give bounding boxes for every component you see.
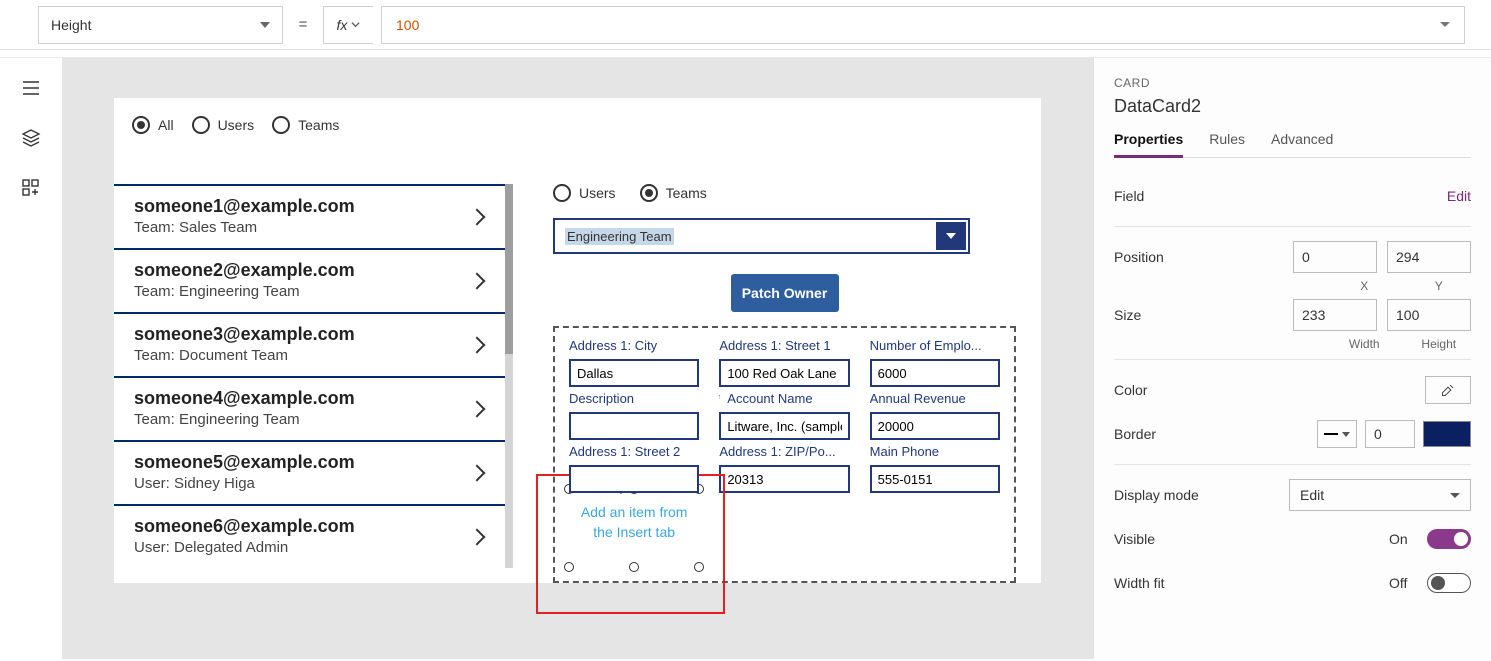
detail-panel: Users Teams Engineering Team Patch Owner… bbox=[513, 144, 1041, 583]
tab-advanced[interactable]: Advanced bbox=[1271, 131, 1333, 157]
gallery: someone1@example.comTeam: Sales Team som… bbox=[114, 144, 513, 583]
properties-panel: CARD DataCard2 Properties Rules Advanced… bbox=[1093, 58, 1491, 659]
filter-radio-group: All Users Teams bbox=[114, 98, 1041, 144]
prop-position: Position 0 294 bbox=[1114, 235, 1471, 279]
input-revenue[interactable] bbox=[870, 412, 1000, 440]
owner-type-radio-group: Users Teams bbox=[553, 184, 1016, 202]
prop-border: Border 0 bbox=[1114, 412, 1471, 456]
color-picker[interactable] bbox=[1425, 376, 1471, 404]
border-width-input[interactable]: 0 bbox=[1365, 420, 1415, 448]
prop-visible: Visible On bbox=[1114, 517, 1471, 561]
size-height-input[interactable]: 100 bbox=[1387, 299, 1471, 331]
input-account-name[interactable] bbox=[719, 412, 849, 440]
fx-button[interactable]: fx bbox=[323, 6, 373, 44]
control-name: DataCard2 bbox=[1114, 96, 1471, 117]
equals-sign: = bbox=[291, 16, 315, 33]
card-account-name[interactable]: Account Name bbox=[719, 391, 849, 440]
gallery-item[interactable]: someone6@example.comUser: Delegated Admi… bbox=[114, 506, 505, 568]
tab-rules[interactable]: Rules bbox=[1209, 131, 1245, 157]
grid-icon[interactable] bbox=[21, 178, 41, 198]
property-name: Height bbox=[51, 17, 91, 33]
card-phone[interactable]: Main Phone bbox=[870, 444, 1000, 493]
hamburger-icon[interactable] bbox=[21, 78, 41, 98]
position-x-input[interactable]: 0 bbox=[1293, 241, 1377, 273]
border-color-swatch[interactable] bbox=[1423, 421, 1471, 447]
prop-display-mode: Display mode Edit bbox=[1114, 473, 1471, 517]
prop-color: Color bbox=[1114, 368, 1471, 412]
card-street2[interactable]: Address 1: Street 2 bbox=[569, 444, 699, 493]
radio-teams[interactable]: Teams bbox=[272, 116, 339, 134]
chevron-down-icon bbox=[936, 222, 966, 250]
radio-all[interactable]: All bbox=[132, 116, 174, 134]
gallery-item[interactable]: someone4@example.comTeam: Engineering Te… bbox=[114, 378, 505, 442]
highlight-box bbox=[536, 474, 725, 614]
gallery-item[interactable]: someone1@example.comTeam: Sales Team bbox=[114, 184, 505, 250]
input-street1[interactable] bbox=[719, 359, 849, 387]
input-description[interactable] bbox=[569, 412, 699, 440]
control-type-caption: CARD bbox=[1114, 76, 1471, 90]
canvas-area: All Users Teams someone1@example.comTeam… bbox=[62, 58, 1093, 659]
radio-owner-users[interactable]: Users bbox=[553, 184, 616, 202]
gallery-scrollbar[interactable] bbox=[505, 184, 513, 568]
props-tabs: Properties Rules Advanced bbox=[1114, 131, 1471, 158]
card-street1[interactable]: Address 1: Street 1 bbox=[719, 338, 849, 387]
formula-value: 100 bbox=[396, 17, 419, 33]
visible-toggle[interactable] bbox=[1427, 529, 1471, 549]
gallery-item[interactable]: someone3@example.comTeam: Document Team bbox=[114, 314, 505, 378]
border-style-dropdown[interactable] bbox=[1317, 420, 1357, 448]
tab-properties[interactable]: Properties bbox=[1114, 131, 1183, 157]
app-canvas[interactable]: All Users Teams someone1@example.comTeam… bbox=[114, 98, 1041, 583]
main-layout: All Users Teams someone1@example.comTeam… bbox=[0, 58, 1491, 659]
team-dropdown-value: Engineering Team bbox=[565, 228, 674, 245]
card-employees[interactable]: Number of Emplo... bbox=[870, 338, 1000, 387]
prop-size: Size 233 100 bbox=[1114, 293, 1471, 337]
input-zip[interactable] bbox=[719, 465, 849, 493]
card-revenue[interactable]: Annual Revenue bbox=[870, 391, 1000, 440]
input-phone[interactable] bbox=[870, 465, 1000, 493]
layers-icon[interactable] bbox=[21, 128, 41, 148]
formula-input[interactable]: 100 bbox=[381, 6, 1465, 44]
input-street2[interactable] bbox=[569, 465, 699, 493]
gallery-item[interactable]: someone2@example.comTeam: Engineering Te… bbox=[114, 250, 505, 314]
prop-field: Field Edit bbox=[1114, 174, 1471, 218]
width-fit-toggle[interactable] bbox=[1427, 573, 1471, 593]
team-dropdown[interactable]: Engineering Team bbox=[553, 218, 970, 254]
gallery-item[interactable]: someone5@example.comUser: Sidney Higa bbox=[114, 442, 505, 506]
radio-users[interactable]: Users bbox=[192, 116, 255, 134]
property-dropdown[interactable]: Height bbox=[38, 6, 283, 44]
input-city[interactable] bbox=[569, 359, 699, 387]
patch-owner-button[interactable]: Patch Owner bbox=[731, 274, 839, 312]
size-width-input[interactable]: 233 bbox=[1293, 299, 1377, 331]
left-rail bbox=[0, 58, 62, 659]
prop-width-fit: Width fit Off bbox=[1114, 561, 1471, 605]
input-employees[interactable] bbox=[870, 359, 1000, 387]
formula-bar: Height = fx 100 bbox=[0, 0, 1491, 50]
radio-owner-teams[interactable]: Teams bbox=[640, 184, 707, 202]
card-zip[interactable]: Address 1: ZIP/Po... bbox=[719, 444, 849, 493]
position-y-input[interactable]: 294 bbox=[1387, 241, 1471, 273]
edit-field-link[interactable]: Edit bbox=[1447, 188, 1471, 204]
display-mode-dropdown[interactable]: Edit bbox=[1289, 479, 1471, 511]
card-city[interactable]: Address 1: City bbox=[569, 338, 699, 387]
card-description[interactable]: Description bbox=[569, 391, 699, 440]
